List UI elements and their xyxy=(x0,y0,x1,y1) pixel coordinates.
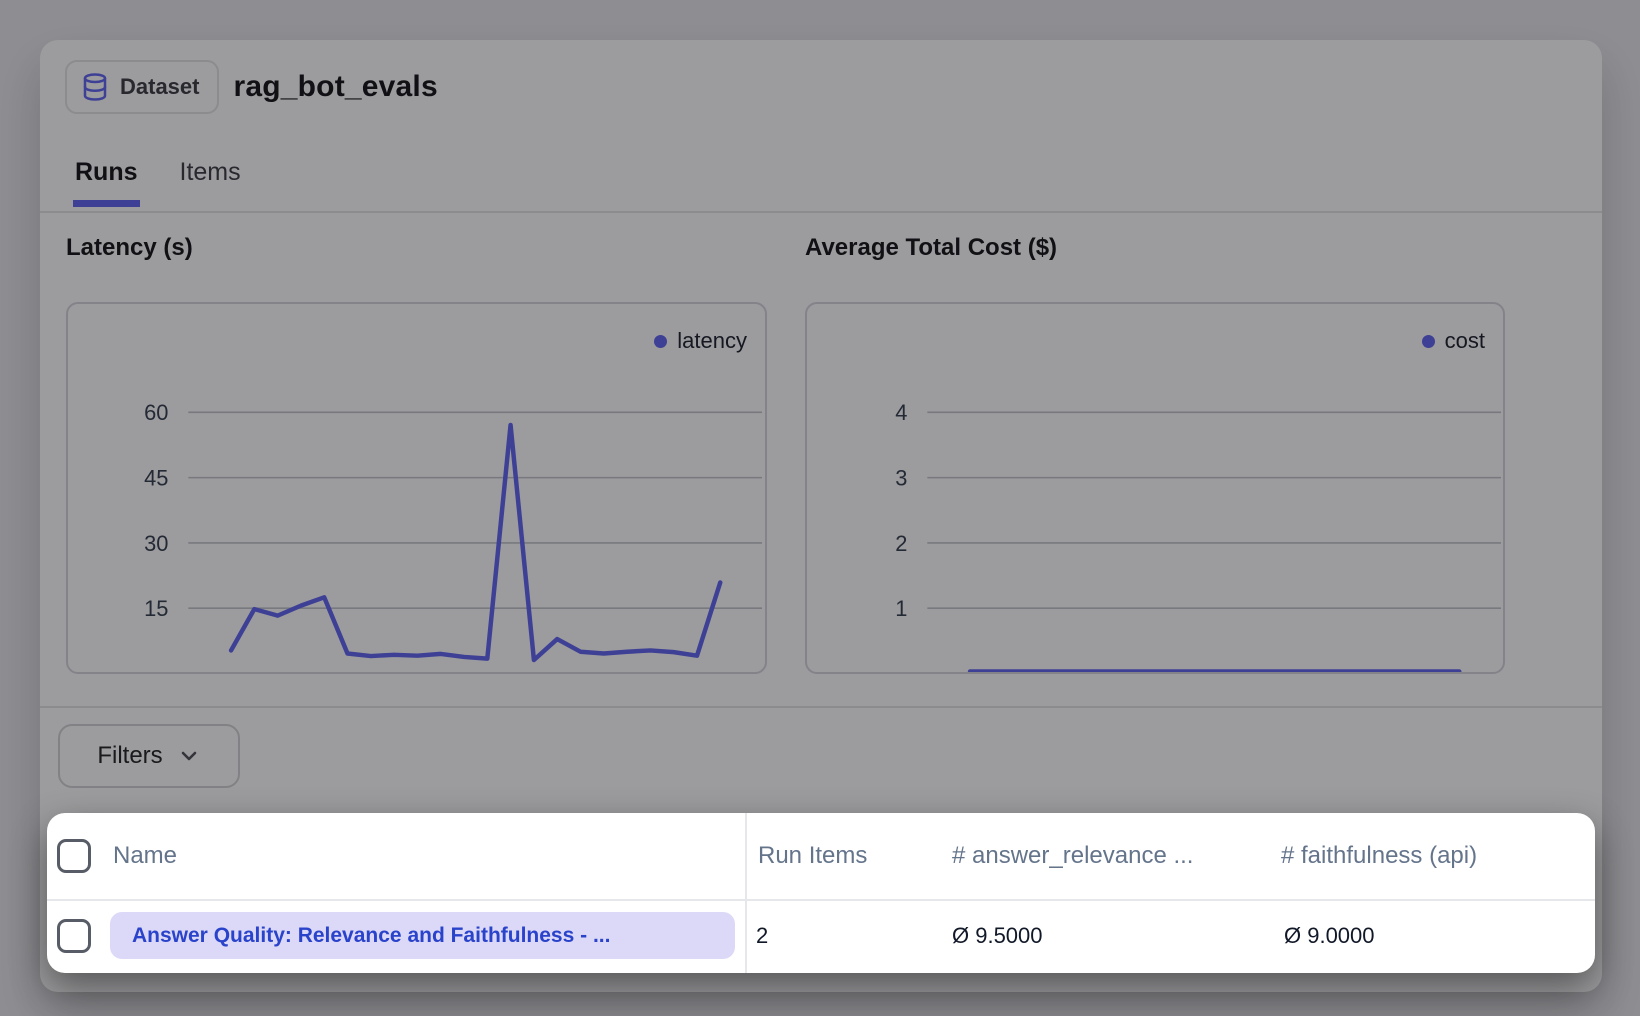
svg-text:4: 4 xyxy=(895,400,907,425)
cost-chart: 4 3 2 1 cost xyxy=(805,302,1505,674)
cost-legend-dot xyxy=(1422,335,1435,348)
answer-relevance-cell: Ø 9.5000 xyxy=(952,899,1043,973)
tab-runs[interactable]: Runs xyxy=(73,152,140,207)
column-header-run-items[interactable]: Run Items xyxy=(758,813,867,899)
runs-table: Name Run Items # answer_relevance ... # … xyxy=(47,813,1595,973)
card-header: Dataset rag_bot_evals xyxy=(65,60,438,114)
cost-legend: cost xyxy=(1422,328,1485,354)
table-row[interactable]: Answer Quality: Relevance and Faithfulne… xyxy=(47,899,1595,973)
latency-chart-title: Latency (s) xyxy=(66,234,193,262)
tabs-divider xyxy=(40,211,1602,213)
column-header-faithfulness[interactable]: # faithfulness (api) xyxy=(1281,813,1477,899)
svg-text:2: 2 xyxy=(895,531,907,556)
latency-legend: latency xyxy=(654,328,747,354)
cost-chart-svg: 4 3 2 1 xyxy=(807,304,1503,672)
table-column-divider xyxy=(745,813,747,973)
latency-legend-dot xyxy=(654,335,667,348)
latency-legend-label: latency xyxy=(677,328,747,354)
cost-chart-title: Average Total Cost ($) xyxy=(805,234,1057,262)
run-items-cell: 2 xyxy=(756,899,768,973)
svg-text:3: 3 xyxy=(895,466,907,491)
svg-text:15: 15 xyxy=(144,596,168,621)
database-icon xyxy=(80,71,110,103)
column-header-name[interactable]: Name xyxy=(113,813,177,899)
filters-button-label: Filters xyxy=(97,742,162,770)
dataset-badge-label: Dataset xyxy=(120,74,199,100)
screen: Dataset rag_bot_evals Runs Items Latency… xyxy=(0,0,1640,1016)
latency-chart-svg: 60 45 30 15 xyxy=(68,304,765,672)
chevron-down-icon xyxy=(177,744,201,768)
svg-text:60: 60 xyxy=(144,400,168,425)
svg-text:45: 45 xyxy=(144,466,168,491)
page-title: rag_bot_evals xyxy=(233,70,437,104)
tabs: Runs Items xyxy=(73,152,243,207)
svg-text:1: 1 xyxy=(895,596,907,621)
table-header-row: Name Run Items # answer_relevance ... # … xyxy=(47,813,1595,901)
select-all-checkbox[interactable] xyxy=(57,839,91,873)
filters-button[interactable]: Filters xyxy=(58,724,240,788)
filters-section-divider xyxy=(40,706,1602,708)
latency-chart: 60 45 30 15 latency xyxy=(66,302,767,674)
column-header-answer-relevance[interactable]: # answer_relevance ... xyxy=(952,813,1193,899)
dataset-badge: Dataset xyxy=(65,60,219,114)
run-name-label: Answer Quality: Relevance and Faithfulne… xyxy=(132,924,610,948)
cost-legend-label: cost xyxy=(1445,328,1485,354)
row-checkbox[interactable] xyxy=(57,919,91,953)
run-name-link[interactable]: Answer Quality: Relevance and Faithfulne… xyxy=(110,912,735,959)
svg-text:30: 30 xyxy=(144,531,168,556)
tab-items[interactable]: Items xyxy=(178,152,243,207)
faithfulness-cell: Ø 9.0000 xyxy=(1284,899,1375,973)
